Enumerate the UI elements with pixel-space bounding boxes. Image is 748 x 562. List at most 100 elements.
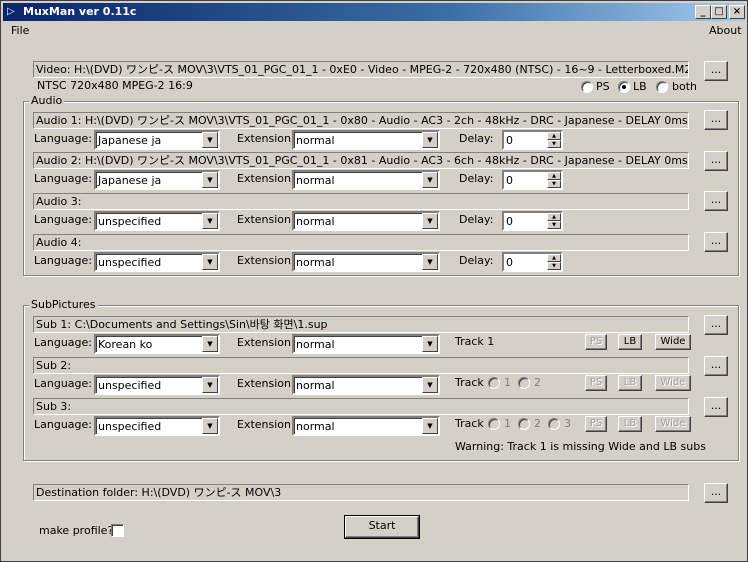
audio-4-browse-button[interactable]: ... [704,232,728,252]
audio-3-language-value: unspecified [98,215,162,228]
spin-up-icon[interactable]: ▲ [547,172,561,180]
audio-3-delay-spinner[interactable]: 0 ▲ ▼ [502,211,563,231]
audio-4-language-select[interactable]: unspecified ▼ [94,252,220,272]
audio-3-extension-label: Extension: [237,213,295,226]
sub-3-wide-button[interactable]: Wide [655,416,691,432]
minimize-button[interactable]: _ [695,5,711,19]
sub-2-path-field: Sub 2: [33,357,689,374]
title-bar[interactable]: ▷ MuxMan ver 0.11c _ □ × [3,3,745,21]
chevron-down-icon: ▼ [202,213,218,229]
video-lb-radio[interactable] [618,81,630,93]
sub-2-browse-button[interactable]: ... [704,356,728,376]
spin-up-icon[interactable]: ▲ [547,254,561,262]
audio-2-extension-label: Extension: [237,172,295,185]
audio-2-delay-spinner[interactable]: 0 ▲ ▼ [502,170,563,190]
menu-about[interactable]: About [703,22,748,40]
audio-2-browse-button[interactable]: ... [704,151,728,171]
sub-1-browse-button[interactable]: ... [704,315,728,335]
audio-1-browse-button[interactable]: ... [704,110,728,130]
sub-2-extension-select[interactable]: normal ▼ [292,375,440,395]
sub-1-lb-button[interactable]: LB [618,334,642,350]
audio-3-browse-button[interactable]: ... [704,191,728,211]
sub-3-track-label: Track [455,417,484,430]
sub-2-language-select[interactable]: unspecified ▼ [94,375,220,395]
chevron-down-icon: ▼ [202,132,218,148]
spin-down-icon[interactable]: ▼ [547,262,561,270]
audio-3-extension-select[interactable]: normal ▼ [292,211,440,231]
make-profile-label: make profile? [39,524,114,537]
sub-3-track-2-radio[interactable] [518,418,530,430]
audio-2-extension-select[interactable]: normal ▼ [292,170,440,190]
video-path-field: Video: H:\(DVD) ワンピ-ス MOV\3\VTS_01_PGC_0… [33,61,689,78]
audio-2-language-label: Language: [34,172,92,185]
sub-2-extension-label: Extension: [237,377,295,390]
audio-4-extension-label: Extension: [237,254,295,267]
sub-3-lb-button[interactable]: LB [618,416,642,432]
sub-3-language-select[interactable]: unspecified ▼ [94,416,220,436]
sub-3-extension-label: Extension: [237,418,295,431]
window-title: MuxMan ver 0.11c [23,5,137,18]
video-ps-label: PS [596,80,610,93]
audio-3-extension-value: normal [296,215,335,228]
destination-folder-field: Destination folder: H:\(DVD) ワンピ-ス MOV\3 [33,484,689,501]
sub-1-wide-button[interactable]: Wide [655,334,691,350]
menu-bar: File About [3,22,745,40]
video-ps-radio[interactable] [581,81,593,93]
sub-3-browse-button[interactable]: ... [704,397,728,417]
audio-4-path-field: Audio 4: [33,234,689,251]
audio-4-delay-spinner[interactable]: 0 ▲ ▼ [502,252,563,272]
sub-1-language-select[interactable]: Korean ko ▼ [94,334,220,354]
video-browse-button[interactable]: ... [704,61,728,81]
audio-2-language-select[interactable]: Japanese ja ▼ [94,170,220,190]
menu-file[interactable]: File [5,22,35,40]
close-button[interactable]: × [729,5,745,19]
sub-2-lb-button[interactable]: LB [618,375,642,391]
sub-3-track-1-radio[interactable] [488,418,500,430]
spin-up-icon[interactable]: ▲ [547,132,561,140]
audio-1-language-select[interactable]: Japanese ja ▼ [94,130,220,150]
audio-3-delay-label: Delay: [459,213,494,226]
audio-4-delay-value: 0 [506,256,513,269]
audio-1-extension-select[interactable]: normal ▼ [292,130,440,150]
chevron-down-icon: ▼ [202,377,218,393]
video-both-radio[interactable] [656,81,668,93]
audio-4-extension-select[interactable]: normal ▼ [292,252,440,272]
audio-2-delay-label: Delay: [459,172,494,185]
sub-3-language-label: Language: [34,418,92,431]
sub-1-extension-value: normal [296,338,335,351]
chevron-down-icon: ▼ [202,172,218,188]
sub-1-extension-select[interactable]: normal ▼ [292,334,440,354]
audio-2-delay-value: 0 [506,174,513,187]
maximize-button[interactable]: □ [711,5,727,19]
destination-browse-button[interactable]: ... [704,483,728,503]
spin-up-icon[interactable]: ▲ [547,213,561,221]
sub-3-ps-button[interactable]: PS [585,416,607,432]
start-button[interactable]: Start [344,515,420,539]
sub-2-track-2-radio[interactable] [518,377,530,389]
chevron-down-icon: ▼ [422,172,438,188]
chevron-down-icon: ▼ [422,336,438,352]
sub-3-track-3-radio[interactable] [548,418,560,430]
sub-1-ps-button[interactable]: PS [585,334,607,350]
audio-1-extension-value: normal [296,134,335,147]
audio-4-extension-value: normal [296,256,335,269]
spin-down-icon[interactable]: ▼ [547,221,561,229]
sub-3-extension-select[interactable]: normal ▼ [292,416,440,436]
audio-1-language-label: Language: [34,132,92,145]
sub-2-ps-button[interactable]: PS [585,375,607,391]
sub-2-wide-button[interactable]: Wide [655,375,691,391]
make-profile-checkbox[interactable] [111,524,124,537]
sub-2-track-1-radio[interactable] [488,377,500,389]
spin-down-icon[interactable]: ▼ [547,140,561,148]
sub-2-track-1-label: 1 [504,376,511,389]
sub-2-language-label: Language: [34,377,92,390]
sub-1-track-label: Track 1 [455,335,495,348]
video-info: NTSC 720x480 MPEG-2 16:9 [37,79,193,92]
audio-1-delay-spinner[interactable]: 0 ▲ ▼ [502,130,563,150]
sub-1-language-value: Korean ko [98,338,153,351]
audio-3-language-select[interactable]: unspecified ▼ [94,211,220,231]
spin-down-icon[interactable]: ▼ [547,180,561,188]
sub-1-extension-label: Extension: [237,336,295,349]
audio-2-extension-value: normal [296,174,335,187]
chevron-down-icon: ▼ [202,336,218,352]
